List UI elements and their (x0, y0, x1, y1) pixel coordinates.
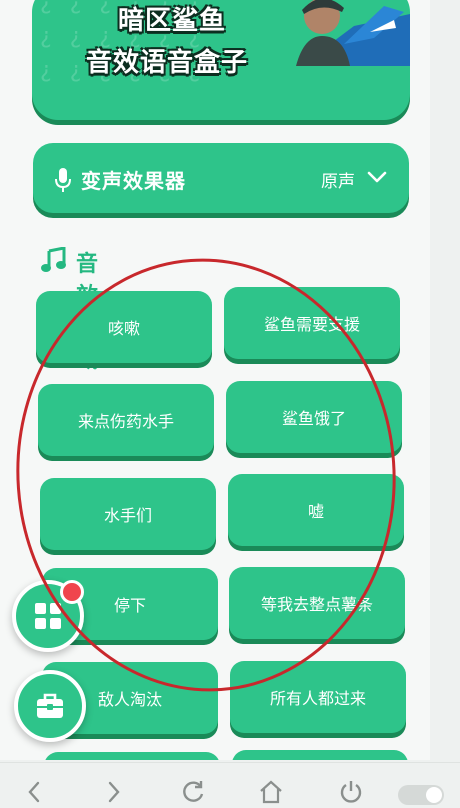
notification-badge (60, 580, 84, 604)
sound-button[interactable]: 鲨鱼需要支援 (224, 287, 400, 359)
sound-button[interactable]: 咳嗽 (36, 291, 212, 363)
sound-button-partial[interactable] (44, 752, 220, 760)
voice-changer-selector[interactable]: 变声效果器 原声 (33, 143, 409, 213)
reload-icon[interactable] (180, 779, 206, 805)
sound-button[interactable]: 所有人都过来 (230, 661, 406, 733)
sound-button[interactable]: 鲨鱼饿了 (226, 381, 402, 453)
grid-menu-button[interactable] (12, 580, 84, 652)
forward-icon[interactable] (100, 779, 126, 805)
power-icon[interactable] (338, 779, 364, 805)
page: ¿¿¿¿¿¿ ¿¿¿¿¿¿ ¿¿¿¿¿¿ 暗区鲨鱼 音效语音盒子 变声效果器 原… (0, 0, 430, 760)
sound-button[interactable]: 水手们 (40, 478, 216, 550)
toolbox-icon (37, 693, 63, 718)
header-banner: ¿¿¿¿¿¿ ¿¿¿¿¿¿ ¿¿¿¿¿¿ 暗区鲨鱼 音效语音盒子 (32, 0, 410, 120)
banner-photo (296, 0, 410, 66)
music-note-icon (41, 247, 66, 272)
grid-icon (35, 603, 61, 629)
voice-changer-value: 原声 (321, 172, 355, 192)
browser-nav-bar (0, 762, 460, 808)
toggle-switch[interactable] (398, 785, 444, 805)
banner-title-line2: 音效语音盒子 (86, 48, 249, 78)
banner-title-line1: 暗区鲨鱼 (118, 6, 227, 36)
sound-button-partial[interactable] (232, 750, 408, 760)
mic-icon (55, 168, 71, 192)
chevron-down-icon (367, 171, 387, 183)
sound-button[interactable]: 嘘 (228, 474, 404, 546)
voice-changer-label: 变声效果器 (81, 169, 186, 193)
back-icon[interactable] (22, 779, 48, 805)
home-icon[interactable] (258, 779, 284, 805)
sound-button[interactable]: 来点伤药水手 (38, 384, 214, 456)
toolbox-button[interactable] (14, 670, 86, 742)
sound-button[interactable]: 等我去整点薯条 (229, 567, 405, 639)
